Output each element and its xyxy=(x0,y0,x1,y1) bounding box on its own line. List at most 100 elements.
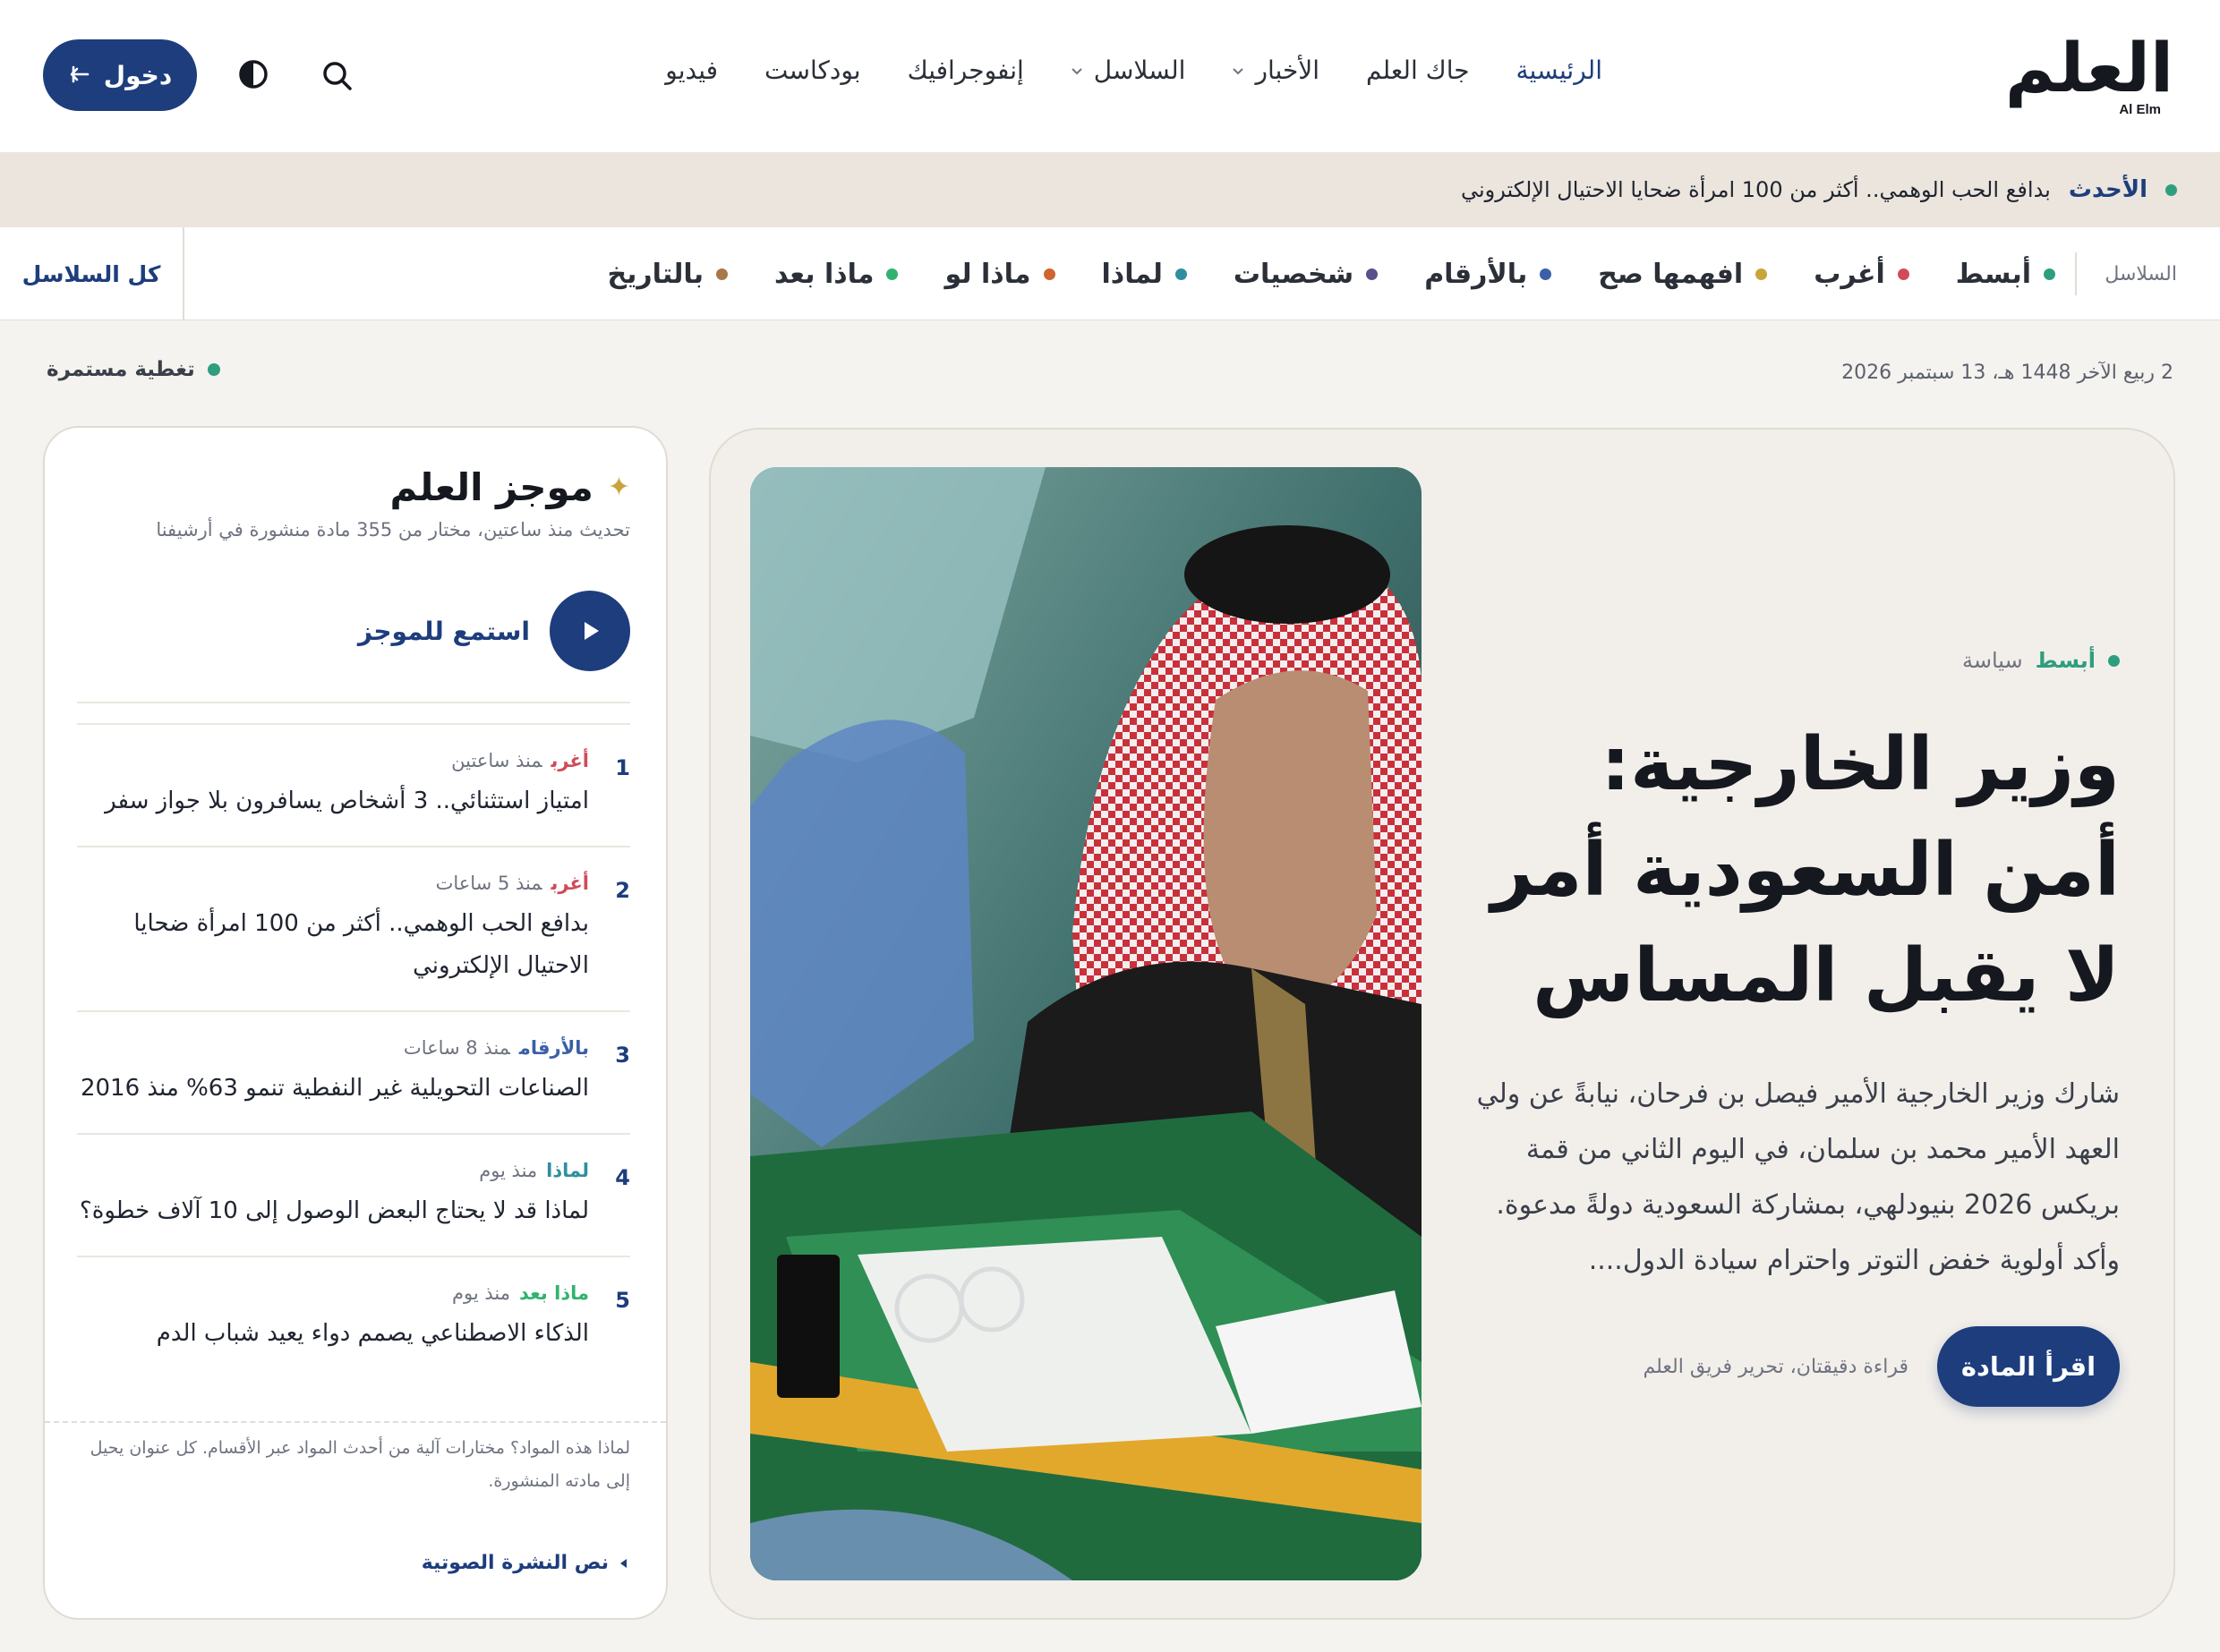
series-item-label: أغرب xyxy=(1814,258,1885,290)
list-item[interactable]: 5 ماذا بعد منذ يوم الذكاء الاصطناعي يصمم … xyxy=(77,1256,630,1378)
item-time: منذ يوم xyxy=(479,1160,538,1181)
item-meta: ماذا بعد منذ يوم xyxy=(77,1282,589,1304)
series-item-bil-tarikh[interactable]: بالتاريخ xyxy=(608,259,728,290)
series-dot xyxy=(1897,268,1909,280)
series-dot xyxy=(1540,268,1552,280)
play-icon[interactable] xyxy=(550,591,630,671)
nav-item-podcast[interactable]: بودكاست xyxy=(764,55,861,85)
series-item-label: ماذا لو xyxy=(944,258,1031,290)
series-bar-label: السلاسل xyxy=(2105,262,2177,285)
brief-divider xyxy=(77,702,630,703)
series-item-bil-arqam[interactable]: بالأرقام xyxy=(1424,259,1552,290)
series-dot xyxy=(715,268,728,280)
hero-category[interactable]: سياسة xyxy=(1962,648,2023,673)
hero-title[interactable]: وزير الخارجية: أمن السعودية أمر لا يقبل … xyxy=(1475,712,2120,1029)
item-title[interactable]: الذكاء الاصطناعي يصمم دواء يعيد شباب الد… xyxy=(77,1313,589,1355)
chevron-down-icon xyxy=(1072,67,1082,74)
ticker-label: الأحدث xyxy=(2068,176,2147,203)
series-dot xyxy=(1043,268,1055,280)
series-dot xyxy=(1366,268,1379,280)
transcript-label: نص النشرة الصوتية xyxy=(421,1552,609,1574)
series-item-aghrab[interactable]: أغرب xyxy=(1814,259,1909,290)
list-item[interactable]: 3 بالأرقام منذ 8 ساعات الصناعات التحويلية… xyxy=(77,1010,630,1133)
series-item-limatha[interactable]: لماذا xyxy=(1102,259,1187,290)
series-item-ifhamha-sah[interactable]: افهمها صح xyxy=(1598,258,1768,290)
contrast-icon[interactable] xyxy=(235,55,272,93)
series-item-label: افهمها صح xyxy=(1598,258,1744,290)
item-meta: أغرب منذ 5 ساعات xyxy=(77,873,589,894)
series-dot xyxy=(1174,268,1187,280)
transcript-link[interactable]: نص النشرة الصوتية xyxy=(422,1552,630,1574)
main-nav: الرئيسية جاك العلم الأخبار السلاسل إنفوج… xyxy=(665,55,1602,85)
brief-list: 1 أغرب منذ ساعتين امتياز استثنائي.. 3 أشخ… xyxy=(77,723,630,1378)
live-coverage[interactable]: تغطية مستمرة xyxy=(47,358,220,381)
item-title[interactable]: لماذا قد لا يحتاج البعض الوصول إلى 10 آل… xyxy=(77,1190,589,1232)
site-header: العلم Al Elm الرئيسية جاك العلم الأخبار … xyxy=(0,0,2220,152)
item-number: 3 xyxy=(615,1043,630,1068)
hero-text: أبسط سياسة وزير الخارجية: أمن السعودية أ… xyxy=(1475,648,2120,1407)
series-item-label: شخصيات xyxy=(1233,258,1354,290)
nav-item-series[interactable]: السلاسل xyxy=(1071,55,1186,85)
logo-arabic: العلم xyxy=(2004,28,2175,107)
item-series[interactable]: بالأرقام xyxy=(519,1037,589,1059)
series-dot xyxy=(1755,268,1768,280)
brief-title: موجز العلم xyxy=(389,465,593,509)
sparkle-icon: ✦ xyxy=(607,472,630,503)
item-series[interactable]: أغرب xyxy=(551,873,590,894)
brief-card: ✦ موجز العلم تحديث منذ ساعتين، مختار من … xyxy=(43,426,668,1620)
item-time: منذ ساعتين xyxy=(451,750,542,771)
list-item[interactable]: 1 أغرب منذ ساعتين امتياز استثنائي.. 3 أشخ… xyxy=(77,723,630,846)
series-dot xyxy=(886,268,899,280)
site-logo[interactable]: العلم Al Elm xyxy=(1985,27,2175,125)
item-series[interactable]: لماذا xyxy=(546,1160,589,1181)
hero-image[interactable] xyxy=(750,467,1422,1580)
nav-label: جاك العلم xyxy=(1366,55,1470,85)
series-item-label: لماذا xyxy=(1101,258,1163,290)
nav-item-news[interactable]: الأخبار xyxy=(1232,55,1319,85)
item-series[interactable]: أغرب xyxy=(551,750,590,771)
live-dot xyxy=(207,363,220,376)
listen-brief-button[interactable]: استمع للموجز xyxy=(358,591,630,671)
hero-footer: اقرأ المادة قراءة دقيقتان، تحرير فريق ال… xyxy=(1475,1326,2120,1407)
series-list: أبسط أغرب افهمها صح بالأرقام شخصيات لماذ… xyxy=(608,227,2055,320)
item-time: منذ 5 ساعات xyxy=(435,873,542,894)
hero-series[interactable]: أبسط xyxy=(2036,648,2096,673)
nav-item-infographic[interactable]: إنفوجرافيك xyxy=(908,55,1024,85)
hero-tag: أبسط سياسة xyxy=(1475,648,2120,673)
item-meta: أغرب منذ ساعتين xyxy=(77,750,589,771)
item-title[interactable]: الصناعات التحويلية غير النفطية تنمو 63% … xyxy=(77,1068,589,1110)
item-series[interactable]: ماذا بعد xyxy=(519,1282,589,1304)
nav-item-video[interactable]: فيديو xyxy=(665,55,718,85)
nav-label: إنفوجرافيك xyxy=(907,55,1024,85)
item-title[interactable]: بدافع الحب الوهمي.. أكثر من 100 امرأة ضح… xyxy=(77,903,589,987)
series-item-label: ماذا بعد xyxy=(773,258,875,290)
list-item[interactable]: 2 أغرب منذ 5 ساعات بدافع الحب الوهمي.. أك… xyxy=(77,846,630,1010)
login-arrow-icon xyxy=(70,65,90,83)
brief-why-note: لماذا هذه المواد؟ مختارات آلية من أحدث ا… xyxy=(90,1438,630,1491)
nav-item-jak-alelm[interactable]: جاك العلم xyxy=(1366,55,1470,85)
read-article-button[interactable]: اقرأ المادة xyxy=(1937,1326,2120,1407)
series-item-matha-law[interactable]: ماذا لو xyxy=(944,258,1055,290)
series-item-shakhsiyat[interactable]: شخصيات xyxy=(1233,258,1379,290)
hero-photo-illustration xyxy=(750,467,1422,1580)
item-number: 4 xyxy=(615,1165,630,1190)
hero-series-dot xyxy=(2108,654,2120,667)
brief-subtitle: تحديث منذ ساعتين، مختار من 355 مادة منشو… xyxy=(156,519,630,541)
item-time: منذ 8 ساعات xyxy=(403,1037,510,1059)
item-number: 5 xyxy=(615,1288,630,1313)
nav-label: السلاسل xyxy=(1093,55,1186,85)
series-divider xyxy=(2075,252,2077,295)
series-item-matha-baad[interactable]: ماذا بعد xyxy=(774,259,899,290)
nav-label: فيديو xyxy=(665,55,719,85)
ticker-headline[interactable]: بدافع الحب الوهمي.. أكثر من 100 امرأة ضح… xyxy=(1461,177,2051,202)
brief-header: ✦ موجز العلم xyxy=(390,465,630,509)
nav-item-home[interactable]: الرئيسية xyxy=(1516,55,1602,85)
list-item[interactable]: 4 لماذا منذ يوم لماذا قد لا يحتاج البعض ا… xyxy=(77,1133,630,1256)
hero-card: أبسط سياسة وزير الخارجية: أمن السعودية أ… xyxy=(709,428,2175,1620)
nav-label: بودكاست xyxy=(764,55,861,85)
all-series-link[interactable]: كل السلاسل xyxy=(0,227,184,320)
login-button[interactable]: دخول xyxy=(43,39,197,111)
series-item-absat[interactable]: أبسط xyxy=(1956,259,2055,290)
item-title[interactable]: امتياز استثنائي.. 3 أشخاص يسافرون بلا جو… xyxy=(77,780,589,822)
search-icon[interactable] xyxy=(319,57,356,95)
